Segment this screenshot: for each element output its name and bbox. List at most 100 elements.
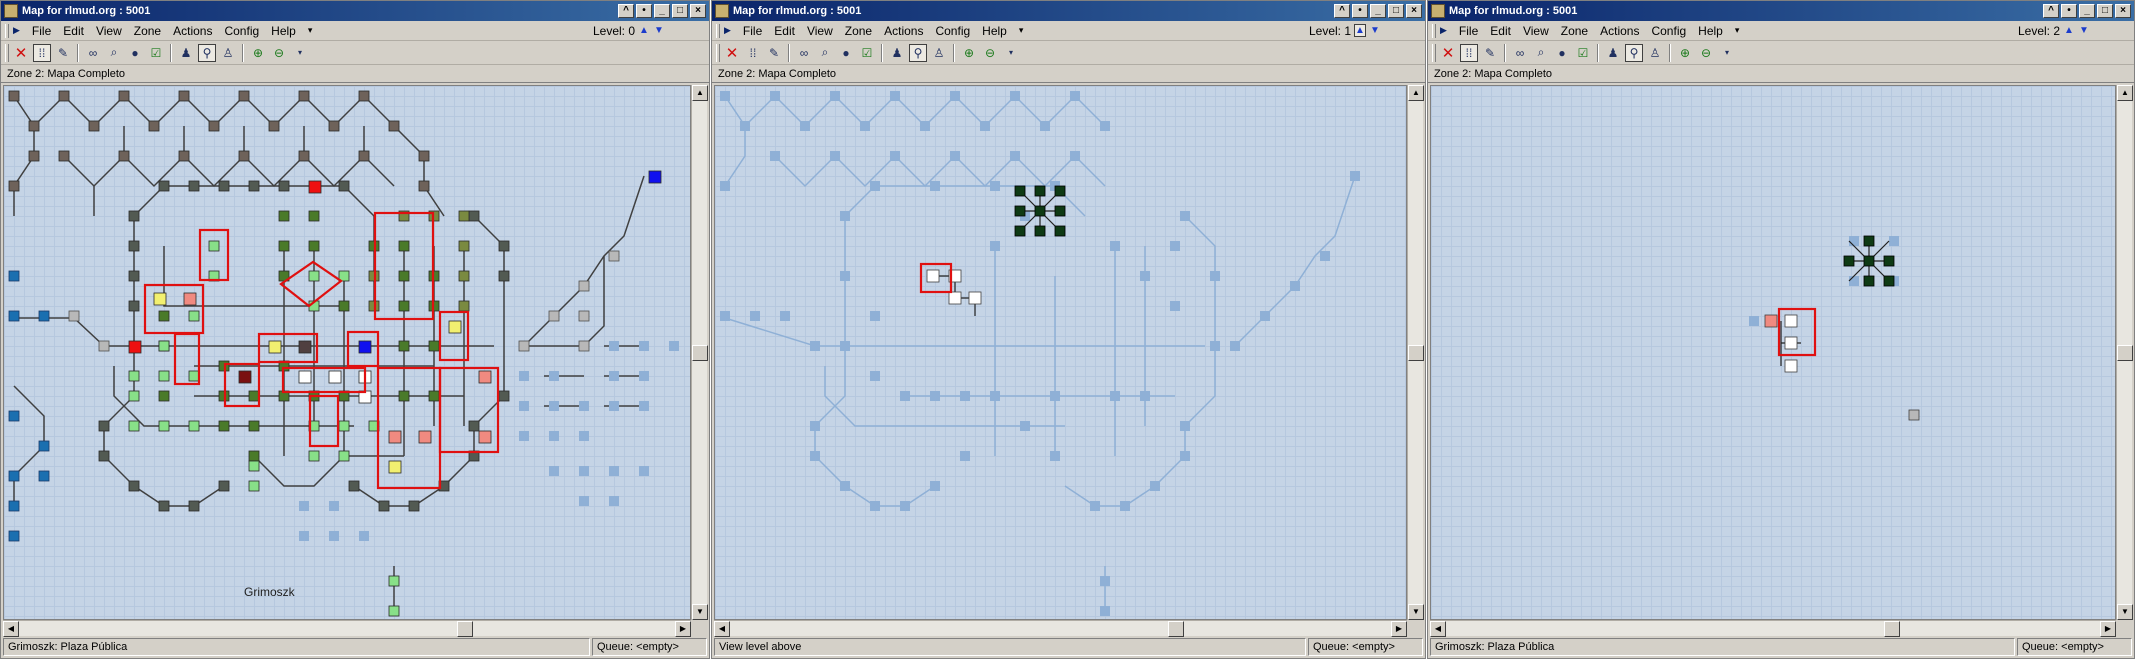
chevron-down-icon[interactable]: ▾: [291, 44, 309, 62]
zoom-icon[interactable]: ⌕: [816, 44, 834, 62]
map-canvas[interactable]: [1430, 85, 2116, 620]
menu-zone[interactable]: Zone: [839, 24, 878, 38]
scroll-up-icon[interactable]: ▲: [692, 85, 708, 101]
menu-file[interactable]: File: [737, 24, 768, 38]
globe-icon[interactable]: ●: [837, 44, 855, 62]
grid-icon[interactable]: ⁞⁞: [33, 43, 51, 62]
close-icon[interactable]: ✕: [1439, 44, 1457, 62]
menu-config[interactable]: Config: [1645, 24, 1692, 38]
menu-help[interactable]: Help: [1692, 24, 1729, 38]
horizontal-scrollbar[interactable]: ◀ ▶: [3, 620, 691, 637]
title-bar[interactable]: Map for rlmud.org : 5001 ^ • _ □ ×: [1, 1, 709, 21]
menu-overflow-icon[interactable]: ▾: [1013, 25, 1030, 36]
scroll-down-icon[interactable]: ▼: [1408, 604, 1424, 620]
pin-icon[interactable]: •: [2061, 4, 2077, 18]
restore-up-icon[interactable]: ^: [1334, 4, 1350, 18]
menu-actions[interactable]: Actions: [167, 24, 218, 38]
scroll-thumb[interactable]: [1168, 621, 1184, 637]
pin-icon[interactable]: •: [636, 4, 652, 18]
pin-icon[interactable]: •: [1352, 4, 1368, 18]
zoom-in-icon[interactable]: ⊕: [960, 44, 978, 62]
level-down-icon[interactable]: ▼: [653, 25, 665, 36]
menu-edit[interactable]: Edit: [57, 24, 90, 38]
zoom-icon[interactable]: ⌕: [1532, 44, 1550, 62]
scroll-thumb[interactable]: [1884, 621, 1900, 637]
close-icon[interactable]: ✕: [723, 44, 741, 62]
close-button[interactable]: ×: [2115, 4, 2131, 18]
map-rooms-level-1-green[interactable]: [1014, 185, 1066, 237]
scroll-down-icon[interactable]: ▼: [692, 604, 708, 620]
menu-overflow-icon[interactable]: ▾: [1729, 25, 1746, 36]
binoculars-icon[interactable]: ∞: [84, 44, 102, 62]
menu-zone[interactable]: Zone: [1555, 24, 1594, 38]
grid-icon[interactable]: ⁞⁞: [744, 44, 762, 62]
grid-icon[interactable]: ⁞⁞: [1460, 43, 1478, 62]
minimize-button[interactable]: _: [654, 4, 670, 18]
toolbar-grip[interactable]: [5, 43, 9, 62]
chevron-down-icon[interactable]: ▾: [1718, 44, 1736, 62]
follow-icon[interactable]: ⚲: [1625, 43, 1643, 62]
run-icon[interactable]: ♙: [930, 44, 948, 62]
menu-config[interactable]: Config: [929, 24, 976, 38]
checkbox-icon[interactable]: ☑: [858, 44, 876, 62]
play-icon[interactable]: ▶: [724, 25, 731, 36]
follow-icon[interactable]: ⚲: [909, 43, 927, 62]
walk-icon[interactable]: ♟: [888, 44, 906, 62]
menu-file[interactable]: File: [26, 24, 57, 38]
scroll-right-icon[interactable]: ▶: [1391, 621, 1407, 637]
select-icon[interactable]: ✎: [765, 44, 783, 62]
title-bar[interactable]: Map for rlmud.org : 5001 ^ • _ □ ×: [1428, 1, 2134, 21]
horizontal-scrollbar[interactable]: ◀ ▶: [714, 620, 1407, 637]
vertical-scrollbar[interactable]: ▲ ▼: [691, 85, 708, 620]
level-down-icon[interactable]: ▼: [1369, 25, 1381, 36]
zoom-out-icon[interactable]: ⊖: [981, 44, 999, 62]
maximize-button[interactable]: □: [1388, 4, 1404, 18]
menu-overflow-icon[interactable]: ▾: [302, 25, 319, 36]
zoom-out-icon[interactable]: ⊖: [270, 44, 288, 62]
map-rooms-level-1-white[interactable]: [926, 269, 982, 305]
menu-view[interactable]: View: [801, 24, 839, 38]
map-canvas[interactable]: Grimoszk: [3, 85, 691, 620]
zoom-icon[interactable]: ⌕: [105, 44, 123, 62]
grip-handle[interactable]: [1432, 23, 1436, 38]
globe-icon[interactable]: ●: [1553, 44, 1571, 62]
map-rooms-olive[interactable]: [368, 210, 470, 312]
menu-edit[interactable]: Edit: [1484, 24, 1517, 38]
restore-up-icon[interactable]: ^: [2043, 4, 2059, 18]
close-button[interactable]: ×: [1406, 4, 1422, 18]
map-rooms-special[interactable]: [128, 180, 322, 354]
play-icon[interactable]: ▶: [1440, 25, 1447, 36]
scroll-thumb[interactable]: [457, 621, 473, 637]
level-up-icon[interactable]: ▲: [1354, 24, 1366, 37]
binoculars-icon[interactable]: ∞: [1511, 44, 1529, 62]
run-icon[interactable]: ♙: [219, 44, 237, 62]
map-rooms-level-2-misc[interactable]: [1764, 314, 1920, 421]
walk-icon[interactable]: ♟: [1604, 44, 1622, 62]
scroll-left-icon[interactable]: ◀: [3, 621, 19, 637]
scroll-right-icon[interactable]: ▶: [675, 621, 691, 637]
menu-file[interactable]: File: [1453, 24, 1484, 38]
title-bar[interactable]: Map for rlmud.org : 5001 ^ • _ □ ×: [712, 1, 1425, 21]
zoom-in-icon[interactable]: ⊕: [1676, 44, 1694, 62]
vertical-scrollbar[interactable]: ▲ ▼: [2116, 85, 2133, 620]
map-canvas[interactable]: [714, 85, 1407, 620]
menu-view[interactable]: View: [1517, 24, 1555, 38]
menu-help[interactable]: Help: [976, 24, 1013, 38]
binoculars-icon[interactable]: ∞: [795, 44, 813, 62]
scroll-thumb[interactable]: [2117, 345, 2133, 361]
map-rooms-faded[interactable]: [720, 91, 1360, 616]
level-up-icon[interactable]: ▲: [638, 25, 650, 36]
select-icon[interactable]: ✎: [1481, 44, 1499, 62]
menu-help[interactable]: Help: [265, 24, 302, 38]
minimize-button[interactable]: _: [1370, 4, 1386, 18]
grip-handle[interactable]: [5, 23, 9, 38]
vertical-scrollbar[interactable]: ▲ ▼: [1407, 85, 1424, 620]
globe-icon[interactable]: ●: [126, 44, 144, 62]
menu-edit[interactable]: Edit: [768, 24, 801, 38]
menu-view[interactable]: View: [90, 24, 128, 38]
menu-actions[interactable]: Actions: [878, 24, 929, 38]
scroll-up-icon[interactable]: ▲: [1408, 85, 1424, 101]
scroll-left-icon[interactable]: ◀: [1430, 621, 1446, 637]
close-button[interactable]: ×: [690, 4, 706, 18]
level-down-icon[interactable]: ▼: [2078, 25, 2090, 36]
